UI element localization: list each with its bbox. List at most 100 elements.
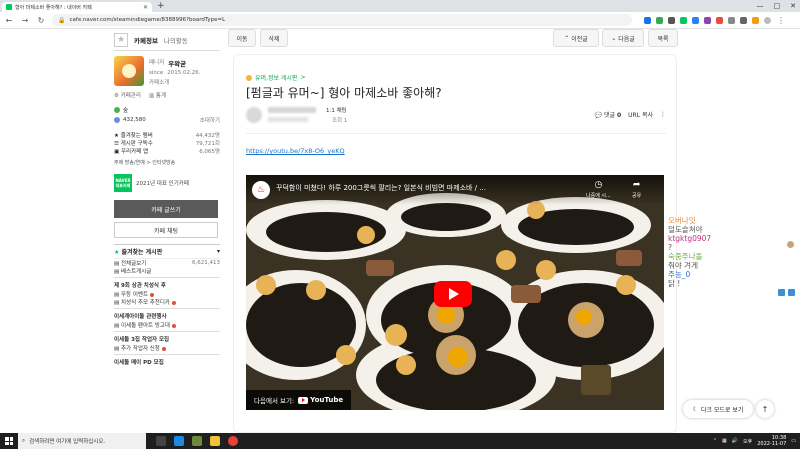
board-item[interactable]: ▤ 무등 이벤트: [114, 290, 220, 298]
popular-cafe-badge: NAVER 대표카페 2021년 대표 인기카페: [114, 174, 220, 192]
url-text: cafe.naver.com/steamindiegame/8388996?bo…: [69, 17, 226, 23]
extension-icon[interactable]: [656, 16, 663, 24]
extension-icon[interactable]: [728, 16, 735, 24]
post-date-blurred: [268, 117, 308, 122]
reload-icon[interactable]: ↻: [36, 16, 46, 25]
channel-avatar-icon[interactable]: ♨: [252, 181, 270, 199]
back-icon[interactable]: ←: [4, 16, 14, 25]
forward-icon[interactable]: →: [20, 16, 30, 25]
divider: [246, 133, 666, 134]
video-title[interactable]: 꾸덕함이 미쳤다! 하루 200그릇씩 팔리는? 일본식 비빔면 마제소바 / …: [276, 183, 486, 193]
one-to-one-chat-link[interactable]: 1:1 채팅: [326, 106, 347, 114]
youtube-link[interactable]: https://youtu.be/7x8-O6_yeKQ: [246, 147, 345, 155]
maximize-button[interactable]: □: [774, 0, 781, 12]
board-item[interactable]: ▤ 치성식 추모 추천디카: [114, 298, 220, 306]
chat-line: 숙중주나돌: [668, 252, 703, 261]
youtube-embed[interactable]: ♨ 꾸덕함이 미쳤다! 하루 200그릇씩 팔리는? 일본식 비빔면 마제소바 …: [246, 175, 664, 410]
extension-icon[interactable]: [752, 16, 759, 24]
chevron-down-icon[interactable]: ▾: [217, 248, 220, 255]
address-bar: ← → ↻ 🔒 cafe.naver.com/steamindiegame/83…: [0, 12, 800, 29]
invite-link[interactable]: 초대하기: [200, 116, 220, 124]
url-input[interactable]: 🔒 cafe.naver.com/steamindiegame/8388996?…: [52, 14, 632, 26]
watch-on-youtube[interactable]: 다음에서 보기: YouTube: [246, 390, 352, 410]
post-title: [펌글과 유머~] 형아 마제소바 좋아해?: [246, 86, 442, 100]
minecraft-icon[interactable]: [192, 436, 202, 446]
play-button[interactable]: [434, 281, 472, 307]
prev-post-button[interactable]: ⌃ 이전글: [553, 29, 599, 47]
volume-icon[interactable]: 🔊: [732, 438, 738, 444]
menu-dots-icon[interactable]: ⋮: [776, 16, 786, 25]
minimize-button[interactable]: —: [757, 0, 764, 12]
naver-badge-icon: NAVER 대표카페: [114, 174, 132, 192]
members-count[interactable]: 432,580: [123, 117, 146, 123]
start-button[interactable]: [0, 433, 18, 449]
article-toolbar: 이동 삭제 ⌃ 이전글 ⌄ 다음글 목록: [228, 29, 680, 49]
taskbar-search[interactable]: ⌕ 검색하려면 여기에 입력하십시오.: [18, 433, 146, 449]
cafe-avatar: [114, 56, 144, 86]
author-row: 1:1 채팅 조회 1 💬 댓글 0 URL 복사 ⋮: [246, 105, 666, 125]
emoji-icon: [787, 241, 794, 248]
board-link[interactable]: 유머,정보 게시판 >: [246, 73, 306, 82]
star-icon: ★: [114, 249, 120, 256]
task-view-icon[interactable]: [156, 436, 166, 446]
scroll-top-button[interactable]: ↑: [756, 400, 774, 418]
dark-mode-button[interactable]: ☾ 다크 모드로 보기: [683, 400, 753, 418]
file-explorer-icon[interactable]: [210, 436, 220, 446]
board-item-best[interactable]: ▤ 베스트게시글: [114, 267, 220, 275]
tray-arrow-icon[interactable]: ⌃: [713, 438, 717, 444]
board-group: 이세계아이돌 관련행사 ▤ 이세돌 팬아트 빙고대: [114, 308, 220, 329]
close-window-button[interactable]: ✕: [790, 0, 796, 12]
board-item[interactable]: ▤ 이세돌 팬아트 빙고대: [114, 321, 220, 329]
list-button[interactable]: 목록: [648, 29, 678, 47]
chevron-down-icon: ⌄: [611, 34, 617, 42]
post-actions: 💬 댓글 0 URL 복사 ⋮: [595, 110, 666, 119]
cafe-topic[interactable]: 주제 방송/연예 > 인터넷방송: [114, 159, 220, 166]
network-icon[interactable]: ▦: [722, 438, 727, 444]
badge-icon: [778, 289, 785, 296]
url-copy-button[interactable]: URL 복사: [628, 110, 653, 119]
watch-later-button[interactable]: ◷ 나중에 시...: [586, 180, 611, 199]
clock[interactable]: 10:38 2022-11-07: [757, 435, 786, 447]
next-post-button[interactable]: ⌄ 다음글: [602, 29, 644, 47]
favorite-boards-header[interactable]: ★ 즐겨찾는 게시판 ▾: [114, 245, 220, 259]
new-badge: [150, 292, 155, 297]
cafe-intro-link[interactable]: 카페소개: [149, 78, 169, 86]
cafe-chat-button[interactable]: 카페 채팅: [114, 222, 218, 238]
extension-icon[interactable]: [668, 16, 675, 24]
extension-icon[interactable]: [644, 16, 651, 24]
author-name-blurred[interactable]: [268, 107, 316, 113]
extension-icon[interactable]: [740, 16, 747, 24]
new-tab-button[interactable]: +: [157, 1, 165, 11]
comments-link[interactable]: 💬 댓글 0: [595, 110, 622, 119]
extension-icon[interactable]: [704, 16, 711, 24]
profile-avatar-icon[interactable]: [764, 16, 771, 24]
stats-link[interactable]: ▥ 통계: [149, 91, 166, 99]
ime-label[interactable]: 오후: [743, 438, 752, 445]
group-title: 이세계아이돌 관련행사: [114, 314, 167, 320]
extension-icon[interactable]: [680, 16, 687, 24]
notification-icon[interactable]: ▭: [791, 438, 796, 444]
more-options-icon[interactable]: ⋮: [660, 111, 666, 118]
edge-icon[interactable]: [174, 436, 184, 446]
tab-close-icon[interactable]: ✕: [143, 4, 148, 11]
board-item-all[interactable]: ▤ 전체글보기 6,621,413: [114, 259, 220, 267]
tab-cafe-info[interactable]: 카페정보: [134, 35, 158, 45]
favorite-star-icon[interactable]: ★: [114, 32, 128, 47]
badge-label: 2021년 대표 인기카페: [136, 181, 189, 187]
manager-name[interactable]: 우왁굳: [168, 58, 186, 68]
chat-line: 줘야 겨게: [668, 261, 698, 270]
author-avatar[interactable]: [246, 107, 262, 123]
windows-logo-icon: [5, 437, 13, 445]
share-button[interactable]: ➦ 공유: [632, 180, 641, 199]
write-post-button[interactable]: 카페 글쓰기: [114, 200, 218, 218]
move-button[interactable]: 이동: [228, 29, 256, 47]
delete-button[interactable]: 삭제: [260, 29, 288, 47]
tab-my-activity[interactable]: 나의활동: [164, 35, 188, 45]
extension-icon[interactable]: [716, 16, 723, 24]
browser-tab[interactable]: 형아 마제소바 좋아해? : 네이버 카페 ✕: [2, 2, 152, 12]
board-item[interactable]: ▤ 추가 작업자 신청: [114, 344, 220, 352]
chrome-icon[interactable]: [228, 436, 238, 446]
extension-icon[interactable]: [692, 16, 699, 24]
cafe-admin-link[interactable]: ⚙ 카페관리: [114, 91, 141, 99]
article-main: 이동 삭제 ⌃ 이전글 ⌄ 다음글 목록 유머,정보 게시판 > [펌글과 유머~…: [228, 29, 680, 433]
